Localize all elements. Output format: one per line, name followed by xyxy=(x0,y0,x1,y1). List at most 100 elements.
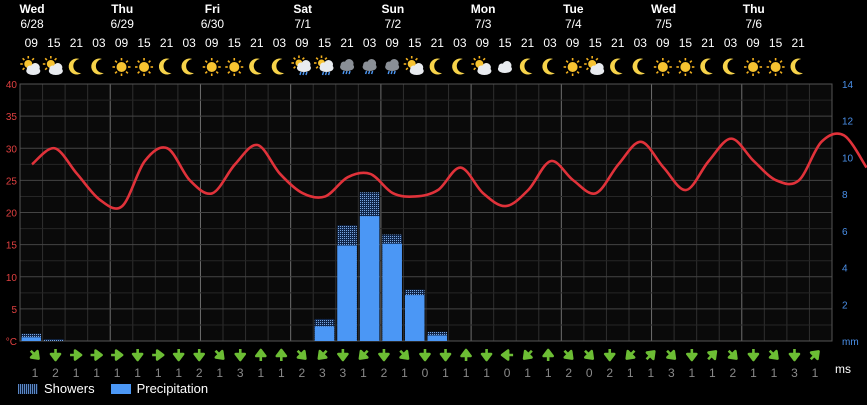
hour-label: 09 xyxy=(295,36,309,50)
hour-label: 21 xyxy=(250,36,264,50)
cloud-puff xyxy=(301,60,311,69)
sun-ray xyxy=(757,71,760,74)
moon-shape xyxy=(519,58,533,75)
wind-arrow-icon xyxy=(707,350,718,361)
moon-shape xyxy=(632,58,646,75)
sun-disc xyxy=(116,62,127,72)
hour-label: 03 xyxy=(634,36,648,50)
sun-icon xyxy=(112,58,131,76)
wind-arrow-icon xyxy=(317,349,328,360)
hour-label: 09 xyxy=(205,36,219,50)
y-left-tick-label: 30 xyxy=(6,144,18,155)
moon-icon xyxy=(271,58,285,75)
precipitation-bar xyxy=(404,295,425,341)
forecast-chart: 403530252015105°C1412108642mmWed6/28Thu6… xyxy=(6,2,867,380)
rain-drop xyxy=(364,70,368,75)
cloud-puff xyxy=(502,61,512,70)
day-date-label: 6/29 xyxy=(111,17,135,31)
wind-arrow-shape xyxy=(522,349,533,360)
wind-speed-label: 1 xyxy=(442,366,449,380)
y-left-tick-label: 15 xyxy=(6,241,18,252)
y-left-tick-label: 10 xyxy=(6,273,18,284)
sun-ray xyxy=(666,60,670,63)
precipitation-bar xyxy=(314,326,335,341)
y-right-tick-label: 4 xyxy=(842,264,848,275)
wind-speed-label: 1 xyxy=(524,366,531,380)
legend-precipitation: Precipitation xyxy=(110,381,208,396)
wind-arrow-shape xyxy=(172,349,185,362)
sun-icon xyxy=(744,58,763,76)
sun-ray xyxy=(114,60,118,63)
legend-showers-label: Showers xyxy=(44,381,95,396)
wind-arrow-icon xyxy=(584,349,595,360)
day-date-label: 7/2 xyxy=(385,17,402,31)
wind-arrow-icon xyxy=(131,349,144,362)
hour-label: 15 xyxy=(679,36,693,50)
sun-ray xyxy=(779,71,783,74)
wind-arrow-shape xyxy=(480,349,493,362)
cloud-rain-icon xyxy=(340,59,355,75)
wind-unit-label: ms xyxy=(835,362,851,376)
wind-arrow-shape xyxy=(296,349,307,360)
hour-label: 09 xyxy=(385,36,399,50)
day-name-label: Mon xyxy=(471,2,496,16)
cloud-puff xyxy=(594,63,604,72)
sun-disc xyxy=(680,62,691,72)
sun-ray xyxy=(215,60,219,63)
wind-arrow-shape xyxy=(603,349,616,362)
sun-icon xyxy=(563,58,582,76)
wind-arrow-icon xyxy=(399,349,410,360)
hour-label: 15 xyxy=(137,36,151,50)
wind-arrow-shape xyxy=(234,349,247,362)
wind-speed-label: 1 xyxy=(278,366,285,380)
sun-icon xyxy=(676,58,695,76)
wind-arrow-icon xyxy=(542,348,554,361)
wind-arrow-icon xyxy=(603,349,616,362)
wind-speed-label: 1 xyxy=(73,366,80,380)
sun-disc xyxy=(657,62,668,72)
sun-ray xyxy=(204,71,208,74)
wind-arrow-shape xyxy=(747,349,760,362)
wind-arrow-icon xyxy=(460,348,472,361)
hour-label: 03 xyxy=(273,36,287,50)
wind-arrow-icon xyxy=(768,349,779,360)
wind-arrow-shape xyxy=(645,350,656,361)
y-left-tick-label: 35 xyxy=(6,112,18,123)
wind-speed-label: 1 xyxy=(771,366,778,380)
sun-ray xyxy=(238,71,242,74)
wind-arrow-shape xyxy=(358,349,369,360)
rain-drop xyxy=(345,70,348,75)
day-date-label: 7/5 xyxy=(655,17,672,31)
wind-arrow-icon xyxy=(193,349,206,362)
showers-bar xyxy=(44,339,64,341)
sun-ray xyxy=(31,57,35,61)
wind-speed-label: 1 xyxy=(688,366,695,380)
sun-ray xyxy=(482,57,486,61)
wind-arrow-icon xyxy=(29,349,40,360)
cloud-puff xyxy=(481,63,491,72)
wind-arrow-shape xyxy=(337,349,349,362)
hour-label: 15 xyxy=(318,36,332,50)
day-name-label: Thu xyxy=(743,2,765,16)
cloud-puff xyxy=(367,59,377,68)
y-right-tick-label: 6 xyxy=(842,227,848,238)
hour-label: 21 xyxy=(611,36,625,50)
day-date-label: 7/4 xyxy=(565,17,582,31)
sun-ray xyxy=(779,60,783,63)
sun-icon xyxy=(653,58,672,76)
sun-ray xyxy=(125,71,129,74)
wind-arrow-shape xyxy=(666,349,677,360)
hour-label: 21 xyxy=(701,36,715,50)
sun-icon xyxy=(202,58,221,76)
day-date-label: 6/28 xyxy=(20,17,44,31)
sun-ray xyxy=(293,57,296,61)
hour-label: 03 xyxy=(543,36,557,50)
wind-arrow-icon xyxy=(296,349,307,360)
sun-ray xyxy=(315,65,319,69)
moon-icon xyxy=(700,58,713,75)
sun-ray xyxy=(595,57,599,61)
wind-speed-label: 0 xyxy=(504,366,511,380)
cloud-rain-icon xyxy=(362,59,377,75)
day-date-label: 7/6 xyxy=(745,17,762,31)
wind-speed-label: 1 xyxy=(216,366,223,380)
